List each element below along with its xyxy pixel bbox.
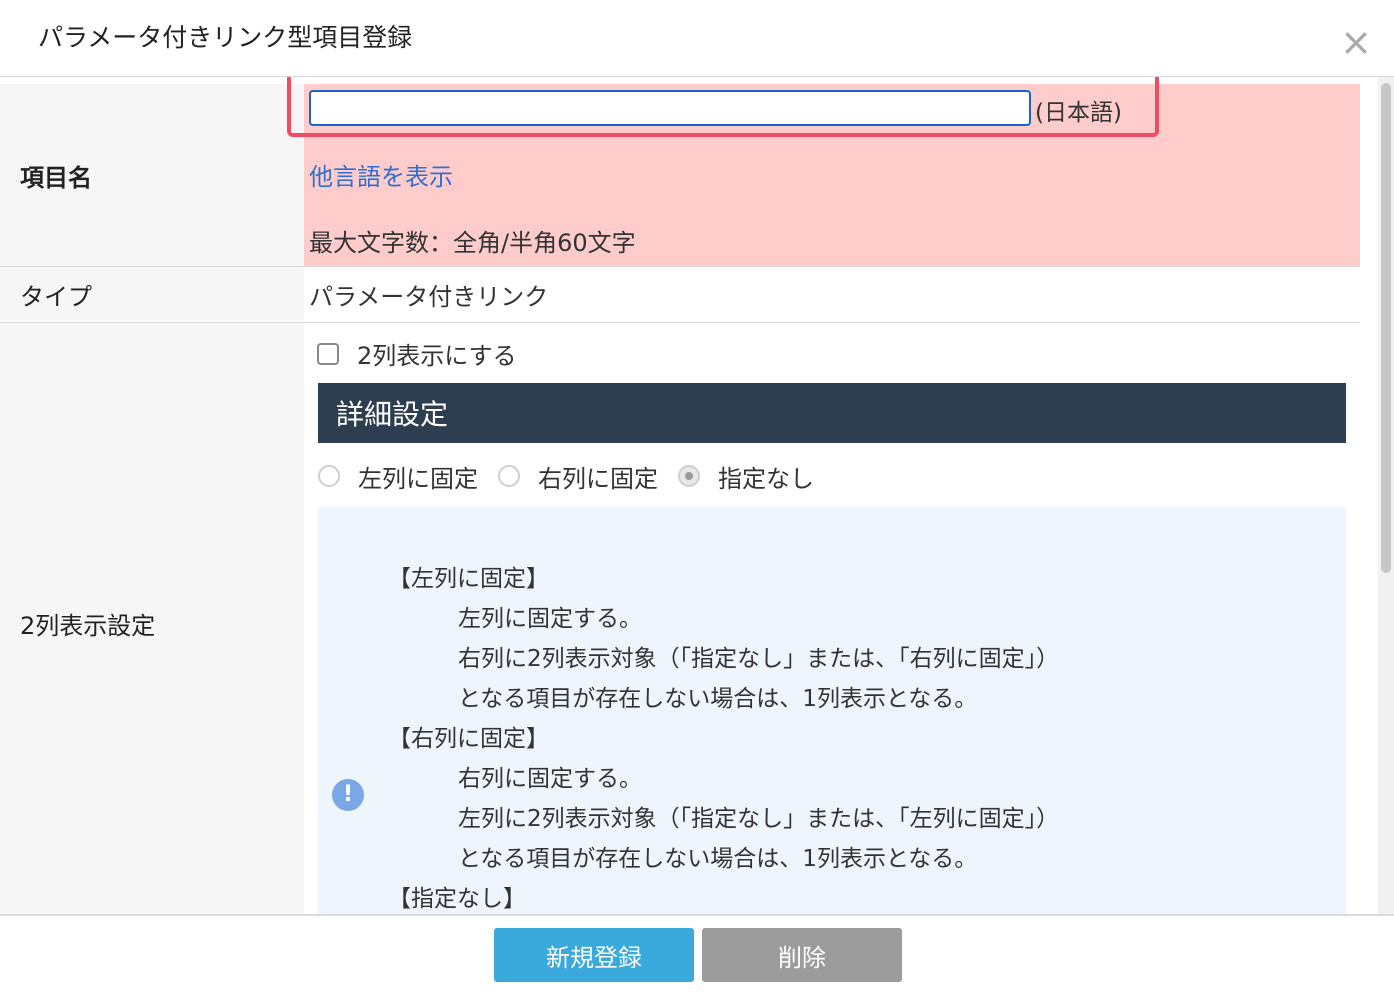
two-column-field-label-text: 2列表示設定	[20, 611, 156, 640]
register-button[interactable]: 新規登録	[494, 928, 694, 982]
delete-button[interactable]: 削除	[702, 928, 902, 982]
scrollbar-thumb[interactable]	[1381, 83, 1391, 573]
detail-settings-title: 詳細設定	[336, 398, 449, 431]
radio-label[interactable]: 指定なし	[718, 459, 814, 494]
name-field-label: 項目名	[0, 84, 304, 266]
language-label: (日本語)	[1035, 100, 1122, 126]
detail-settings-header: 詳細設定	[318, 383, 1346, 443]
info-icon: !	[332, 779, 364, 811]
two-column-checkbox[interactable]	[317, 342, 339, 365]
radio-left-column[interactable]: 左列に固定	[318, 459, 478, 494]
info-heading: 【指定なし】	[388, 886, 526, 912]
two-column-field-label: 2列表示設定	[0, 323, 304, 914]
info-line: となる項目が存在しない場合は、1列表示となる。	[458, 846, 978, 872]
column-position-radio-group: 左列に固定 右列に固定 指定なし	[318, 459, 834, 493]
help-info-box: ! 【左列に固定】 左列に固定する。 右列に2列表示対象（「指定なし」または、「…	[318, 507, 1346, 914]
radio-unspecified[interactable]: 指定なし	[678, 459, 814, 494]
type-field-label: タイプ	[0, 267, 304, 321]
radio-button[interactable]	[318, 465, 340, 487]
info-line: 右列に2列表示対象（「指定なし」または、「右列に固定」）	[458, 646, 1060, 672]
info-heading: 【右列に固定】	[388, 726, 549, 752]
info-heading: 【左列に固定】	[388, 566, 549, 592]
dialog-title: パラメータ付きリンク型項目登録	[38, 23, 413, 52]
show-other-languages-link[interactable]: 他言語を表示	[309, 157, 453, 192]
info-line: 右列に固定する。	[458, 766, 642, 792]
name-input[interactable]	[309, 90, 1031, 126]
name-field-label-text: 項目名	[20, 163, 92, 192]
info-line: 左列に2列表示対象（「指定なし」または、「左列に固定」）	[458, 806, 1060, 832]
info-line: 左列に固定する。	[458, 606, 642, 632]
type-value: パラメータ付きリンク	[309, 283, 549, 311]
vertical-scrollbar[interactable]	[1378, 77, 1394, 914]
dialog-body: 項目名 (日本語) 他言語を表示 最大文字数：全角/半角60文字 タイプ パラメ…	[0, 77, 1378, 914]
radio-button[interactable]	[498, 465, 520, 487]
radio-button-selected[interactable]	[678, 465, 700, 487]
info-line: となる項目が存在しない場合は、1列表示となる。	[458, 686, 978, 712]
type-field-label-text: タイプ	[20, 282, 92, 311]
radio-label[interactable]: 右列に固定	[538, 459, 658, 494]
dialog-footer: 新規登録 削除	[0, 914, 1394, 994]
radio-right-column[interactable]: 右列に固定	[498, 459, 658, 494]
close-icon[interactable]: ×	[1338, 23, 1374, 61]
two-column-checkbox-row[interactable]: 2列表示にする	[317, 336, 517, 371]
dialog-header: パラメータ付きリンク型項目登録 ×	[0, 0, 1394, 77]
two-column-checkbox-label[interactable]: 2列表示にする	[357, 336, 517, 371]
max-chars-note: 最大文字数：全角/半角60文字	[309, 229, 636, 257]
radio-label[interactable]: 左列に固定	[358, 459, 478, 494]
